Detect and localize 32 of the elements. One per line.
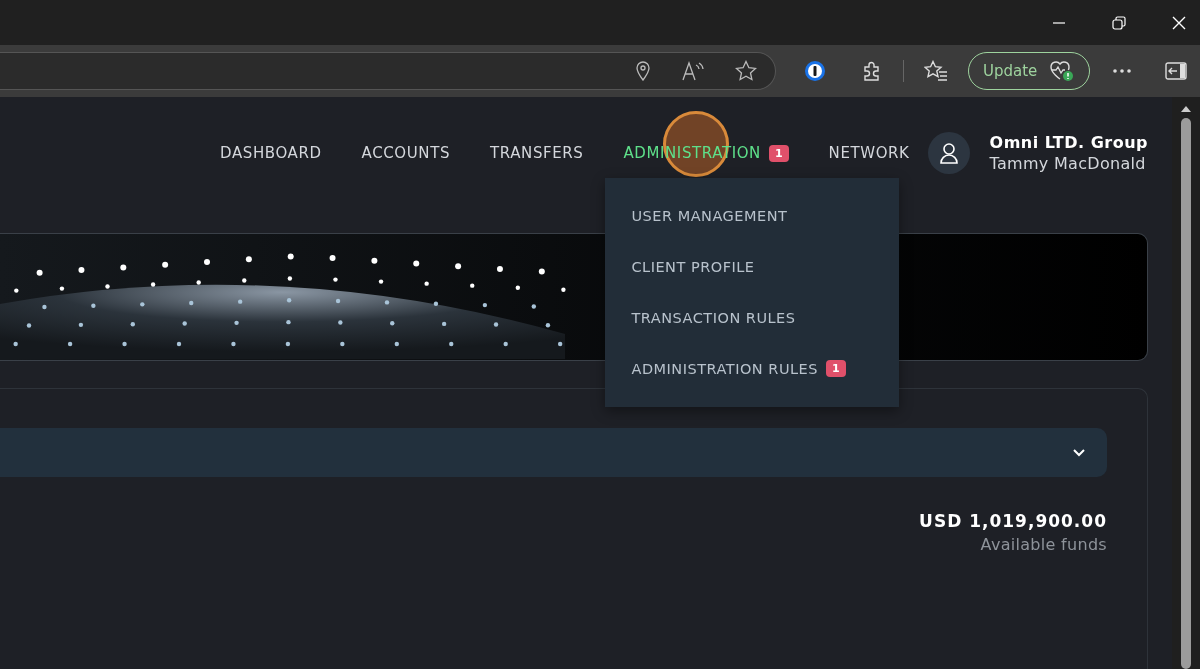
password-manager-icon[interactable] [804, 60, 826, 82]
nav-link[interactable]: ACCOUNTS [361, 144, 451, 162]
menu-item[interactable]: TRANSACTION RULES [631, 309, 796, 326]
location-pin-icon[interactable] [635, 61, 651, 81]
menu-item[interactable]: ADMINISTRATION RULES [631, 360, 818, 377]
chevron-down-icon [1073, 448, 1085, 457]
close-button[interactable] [1172, 15, 1186, 30]
nav-link[interactable]: TRANSFERS [490, 144, 584, 162]
notification-badge: 1 [768, 144, 789, 162]
user-avatar[interactable] [927, 132, 970, 174]
restore-button[interactable] [1112, 15, 1126, 30]
nav-link[interactable]: NETWORK [828, 144, 910, 162]
user-name: Tammy MacDonald [989, 154, 1147, 173]
person-icon [939, 142, 958, 164]
more-icon[interactable] [1112, 68, 1133, 74]
scroll-up-icon[interactable] [1180, 105, 1192, 113]
close-icon [1172, 15, 1186, 30]
heart-pulse-icon [1049, 59, 1076, 83]
minimize-icon [1053, 21, 1065, 24]
balance-amount: USD 1,019,900.00 [919, 511, 1107, 531]
company-name: Omni LTD. Group [989, 133, 1148, 152]
notification-badge: 1 [825, 360, 846, 378]
sidebar-toggle-icon[interactable] [1165, 62, 1188, 80]
star-icon[interactable] [735, 60, 757, 82]
restore-icon [1112, 15, 1126, 30]
balance-label: Available funds [980, 535, 1107, 554]
menu-item[interactable]: USER MANAGEMENT [631, 208, 788, 225]
favorites-icon[interactable] [924, 60, 948, 82]
menu-item[interactable]: CLIENT PROFILE [631, 259, 755, 276]
scrollbar[interactable] [1172, 97, 1200, 669]
read-aloud-icon[interactable] [681, 61, 705, 81]
nav-link[interactable]: DASHBOARD [220, 144, 322, 162]
